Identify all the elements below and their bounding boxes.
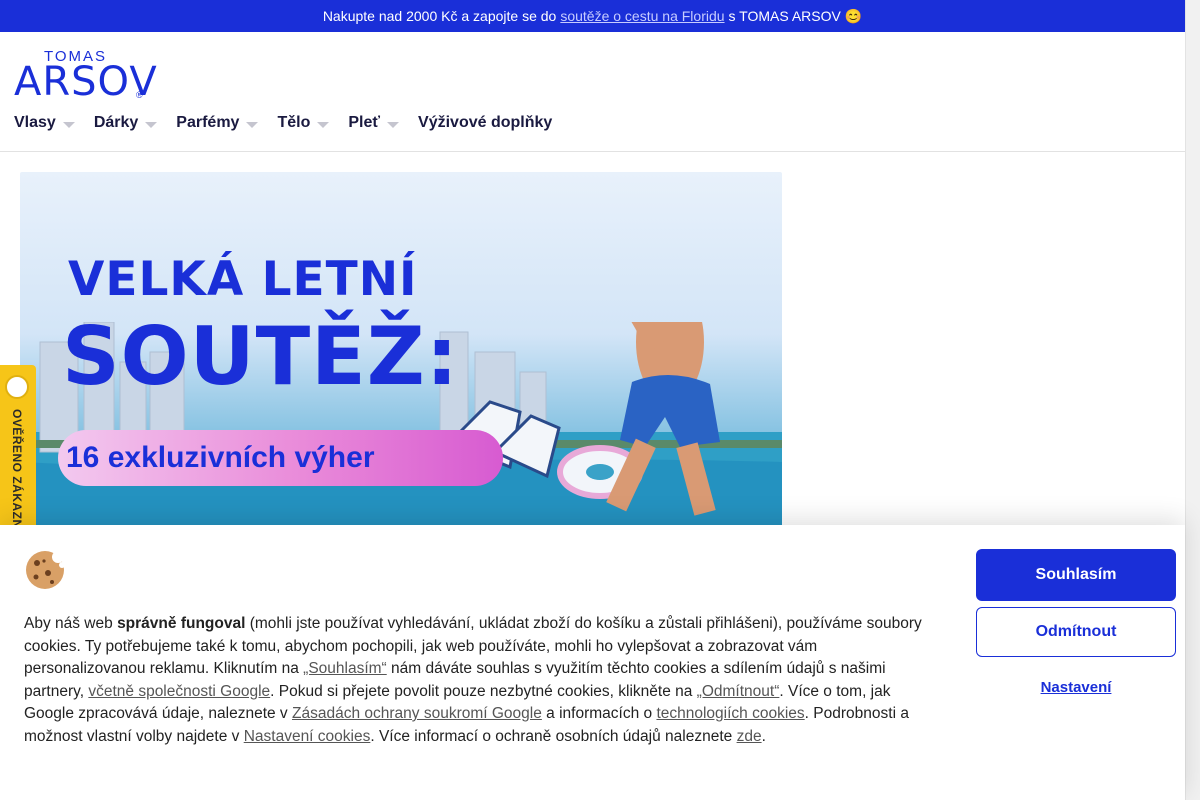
promo-text-after: s TOMAS ARSOV 😊 (728, 7, 863, 24)
promo-text-before: Nakupte nad 2000 Kč a zapojte se do (322, 8, 557, 24)
nav-item-label: Dárky (93, 114, 139, 131)
nav-item-telo[interactable]: Tělo (277, 114, 330, 132)
page-scrollbar[interactable] (1185, 0, 1200, 800)
nav-item-vlasy[interactable]: Vlasy (14, 114, 75, 132)
nav-item-label: Výživové doplňky (418, 114, 553, 131)
nav-item-label: Vlasy (14, 114, 56, 131)
chevron-down-icon (62, 121, 75, 128)
heureka-seal-icon (5, 375, 29, 399)
cookie-text-part: . (761, 727, 766, 745)
cookie-text-part: . Více informací o ochraně osobních údaj… (370, 727, 733, 745)
nav-item-parfemy[interactable]: Parfémy (176, 114, 259, 132)
banner-prize-pill: 16 exkluzivních výher (58, 430, 503, 486)
banner-title-line1: VELKÁ LETNÍ (68, 252, 418, 307)
nav-item-plet[interactable]: Pleť (348, 114, 400, 132)
chevron-down-icon (317, 121, 330, 128)
chevron-down-icon (387, 121, 400, 128)
nav-item-label: Parfémy (176, 114, 240, 131)
accept-cookies-button[interactable]: Souhlasím (976, 549, 1176, 601)
promo-contest-link[interactable]: soutěže o cestu na Floridu (560, 8, 724, 24)
cookie-icon (26, 551, 65, 589)
site-header: TOMAS ARSOV ® Vlasy Dárky Parfémy Tělo P… (0, 32, 1185, 152)
cookie-settings-button[interactable]: Nastavení (976, 675, 1176, 699)
cookie-settings-link[interactable]: Nastavení cookies (244, 728, 371, 745)
cookie-settings-label: Nastavení (1040, 678, 1112, 696)
nav-item-label: Tělo (277, 114, 311, 131)
google-partner-link[interactable]: včetně společnosti Google (88, 683, 270, 700)
cookie-text-part: Aby náš web (24, 615, 113, 632)
cookie-consent-text: Aby náš web správně fungoval (mohli jste… (24, 613, 934, 748)
nav-item-vyzivove-doplnky[interactable]: Výživové doplňky (418, 114, 552, 132)
contest-hero-banner[interactable]: VELKÁ LETNÍ SOUTĚŽ: 16 exkluzivních výhe… (20, 172, 782, 532)
chevron-down-icon (145, 121, 158, 128)
banner-title-line2: SOUTĚŽ: (62, 310, 459, 403)
main-nav: Vlasy Dárky Parfémy Tělo Pleť Výživové d… (14, 114, 571, 132)
privacy-info-link[interactable]: zde (737, 728, 762, 745)
cookie-text-part: a informacích o (546, 705, 653, 722)
promo-bar: Nakupte nad 2000 Kč a zapojte se do sout… (0, 0, 1185, 32)
cookie-text-bold: správně fungoval (117, 615, 246, 632)
nav-item-label: Pleť (348, 114, 381, 131)
agree-link[interactable]: „Souhlasím“ (303, 660, 387, 677)
reject-link[interactable]: „Odmítnout“ (697, 683, 780, 700)
chevron-down-icon (246, 121, 259, 128)
banner-prize-text: 16 exkluzivních výher (66, 441, 375, 474)
cookie-consent-banner: Aby náš web správně fungoval (mohli jste… (0, 525, 1185, 800)
reject-cookies-button[interactable]: Odmítnout (976, 607, 1176, 657)
cookie-technologies-link[interactable]: technologiích cookies (656, 705, 804, 722)
nav-item-darky[interactable]: Dárky (93, 114, 158, 132)
tomas-arsov-logo[interactable]: TOMAS ARSOV ® (14, 46, 157, 102)
cookie-text-part: . Pokud si přejete povolit pouze nezbytn… (270, 682, 693, 700)
logo-registered-mark: ® (136, 90, 143, 100)
google-privacy-policy-link[interactable]: Zásadách ochrany soukromí Google (292, 705, 542, 722)
